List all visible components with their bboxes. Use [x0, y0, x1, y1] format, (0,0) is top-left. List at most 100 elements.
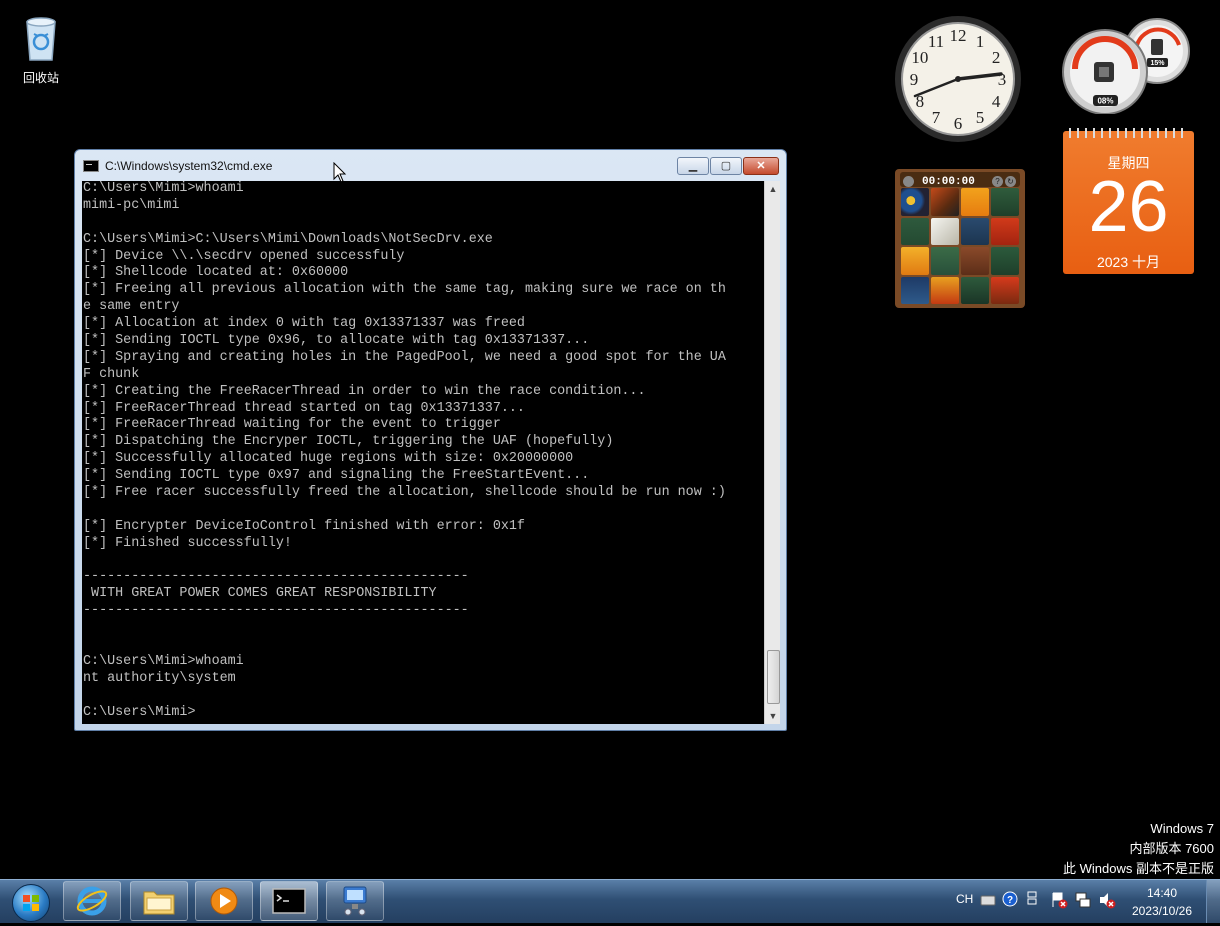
console-line: e same entry — [83, 299, 180, 315]
cmd-icon — [272, 888, 306, 914]
puzzle-tile[interactable] — [901, 276, 929, 304]
windows-logo-icon — [12, 884, 50, 922]
console-line: ----------------------------------------… — [83, 603, 469, 619]
console-line: F chunk — [83, 366, 140, 382]
console-line: [*] Shellcode located at: 0x60000 — [83, 265, 349, 281]
puzzle-tile[interactable] — [991, 217, 1019, 245]
keyboard-icon[interactable] — [980, 893, 996, 907]
puzzle-tile[interactable] — [991, 188, 1019, 216]
clock-numeral: 2 — [992, 48, 1001, 67]
input-options-icon[interactable] — [1026, 890, 1038, 906]
scroll-thumb[interactable] — [767, 650, 780, 704]
puzzle-tile[interactable] — [961, 217, 989, 245]
puzzle-tile[interactable] — [901, 247, 929, 275]
console-line: nt authority\system — [83, 670, 236, 686]
action-center-flag-icon[interactable] — [1050, 891, 1068, 909]
puzzle-tile[interactable] — [961, 276, 989, 304]
puzzle-tile[interactable] — [931, 217, 959, 245]
clock-numeral: 11 — [928, 32, 944, 51]
console-line: C:\Users\Mimi> — [83, 704, 196, 720]
volume-muted-icon[interactable] — [1098, 891, 1116, 909]
taskbar-internet-explorer[interactable] — [63, 881, 121, 921]
console-line: WITH GREAT POWER COMES GREAT RESPONSIBIL… — [83, 586, 437, 602]
console-line: [*] Sending IOCTL type 0x96, to allocate… — [83, 333, 590, 349]
taskbar-command-prompt[interactable] — [260, 881, 318, 921]
puzzle-tile[interactable] — [931, 276, 959, 304]
mouse-cursor-icon — [333, 162, 347, 183]
watermark-line: 内部版本 7600 — [1129, 841, 1214, 856]
calendar-gadget[interactable]: 星期四 26 2023 十月 — [1063, 128, 1194, 274]
recycle-bin[interactable]: 回收站 — [14, 14, 68, 86]
maximize-button[interactable]: ▢ — [710, 157, 742, 175]
taskbar-media-player[interactable] — [195, 881, 253, 921]
clock-numeral: 1 — [976, 32, 985, 51]
console-line: [*] Finished successfully! — [83, 535, 292, 551]
console-line: C:\Users\Mimi>whoami — [83, 181, 244, 196]
console-line: C:\Users\Mimi>C:\Users\Mimi\Downloads\No… — [83, 231, 493, 247]
puzzle-grid[interactable] — [901, 188, 1019, 304]
close-button[interactable]: ✕ — [743, 157, 779, 175]
puzzle-tile[interactable] — [901, 217, 929, 245]
puzzle-timer: 00:00:00 — [922, 176, 975, 188]
cpu-meter-gadget[interactable]: 08% 15% — [1061, 17, 1195, 114]
cmd-window[interactable]: C:\Windows\system32\cmd.exe ▁ ▢ ✕ C:\Use… — [74, 149, 787, 731]
puzzle-tile[interactable] — [931, 188, 959, 216]
puzzle-tile[interactable] — [931, 247, 959, 275]
puzzle-help-button[interactable]: ? — [992, 176, 1003, 187]
puzzle-header: 00:00:00 ? ↻ — [900, 172, 1020, 188]
cpu-percent: 08% — [1097, 97, 1113, 106]
console-line: [*] FreeRacerThread thread started on ta… — [83, 400, 525, 416]
puzzle-tile[interactable] — [961, 247, 989, 275]
vertical-scrollbar[interactable]: ▲ ▼ — [764, 181, 780, 724]
puzzle-shuffle-button[interactable]: ↻ — [1005, 176, 1016, 187]
scroll-down-arrow-icon[interactable]: ▼ — [765, 708, 781, 724]
clock-numeral: 12 — [950, 26, 967, 45]
network-status-icon[interactable] — [1074, 891, 1092, 909]
console-line: [*] Sending IOCTL type 0x97 and signalin… — [83, 468, 590, 484]
show-desktop-button[interactable] — [1206, 880, 1220, 923]
console-line: [*] Creating the FreeRacerThread in orde… — [83, 383, 646, 399]
console-line: C:\Users\Mimi>whoami — [83, 653, 244, 669]
puzzle-tile[interactable] — [991, 276, 1019, 304]
console-line: [*] Successfully allocated huge regions … — [83, 451, 574, 467]
console-line: [*] Device \\.\secdrv opened successfuly — [83, 248, 405, 264]
calendar-year-month: 2023 十月 — [1096, 254, 1161, 270]
svg-text:?: ? — [1007, 895, 1013, 906]
start-button[interactable] — [4, 881, 54, 922]
clock-numeral: 5 — [976, 108, 985, 127]
console-line: [*] Allocation at index 0 with tag 0x133… — [83, 316, 525, 332]
picture-puzzle-gadget[interactable]: 00:00:00 ? ↻ — [895, 169, 1025, 308]
clock-numeral: 7 — [932, 108, 941, 127]
puzzle-tile[interactable] — [901, 188, 929, 216]
console-line: [*] Encrypter DeviceIoControl finished w… — [83, 518, 525, 534]
puzzle-clock-icon — [903, 176, 914, 187]
console-line: [*] FreeRacerThread waiting for the even… — [83, 417, 501, 433]
taskbar-windows-explorer[interactable] — [130, 881, 188, 921]
cmd-titlebar[interactable]: C:\Windows\system32\cmd.exe ▁ ▢ ✕ — [75, 150, 786, 180]
console-line: ----------------------------------------… — [83, 569, 469, 585]
media-player-icon — [210, 887, 238, 915]
puzzle-tile[interactable] — [961, 188, 989, 216]
clock-numeral: 10 — [911, 48, 928, 67]
clock-numeral: 9 — [910, 70, 919, 89]
puzzle-tile[interactable] — [991, 247, 1019, 275]
clock-numeral: 4 — [992, 92, 1001, 111]
windows-watermark: Windows 7 内部版本 7600 此 Windows 副本不是正版 — [1063, 819, 1214, 879]
console-line: mimi-pc\mimi — [83, 197, 180, 213]
taskbar-time: 14:40 — [1146, 886, 1178, 900]
help-icon[interactable]: ? — [1002, 891, 1018, 907]
recycle-bin-label: 回收站 — [22, 71, 59, 85]
taskbar-clock[interactable]: 14:40 2023/10/26 — [1124, 884, 1200, 920]
console-output[interactable]: C:\Users\Mimi>whoami mimi-pc\mimi C:\Users… — [82, 181, 764, 724]
watermark-line: Windows 7 — [1150, 821, 1214, 836]
taskbar-control-panel[interactable] — [326, 881, 384, 921]
scroll-up-arrow-icon[interactable]: ▲ — [765, 181, 781, 197]
watermark-line: 此 Windows 副本不是正版 — [1063, 861, 1214, 876]
minimize-button[interactable]: ▁ — [677, 157, 709, 175]
network-icon — [343, 886, 367, 916]
language-indicator[interactable]: CH — [956, 892, 973, 906]
analog-clock-icon[interactable]: 1234567891011 12 — [893, 14, 1023, 144]
